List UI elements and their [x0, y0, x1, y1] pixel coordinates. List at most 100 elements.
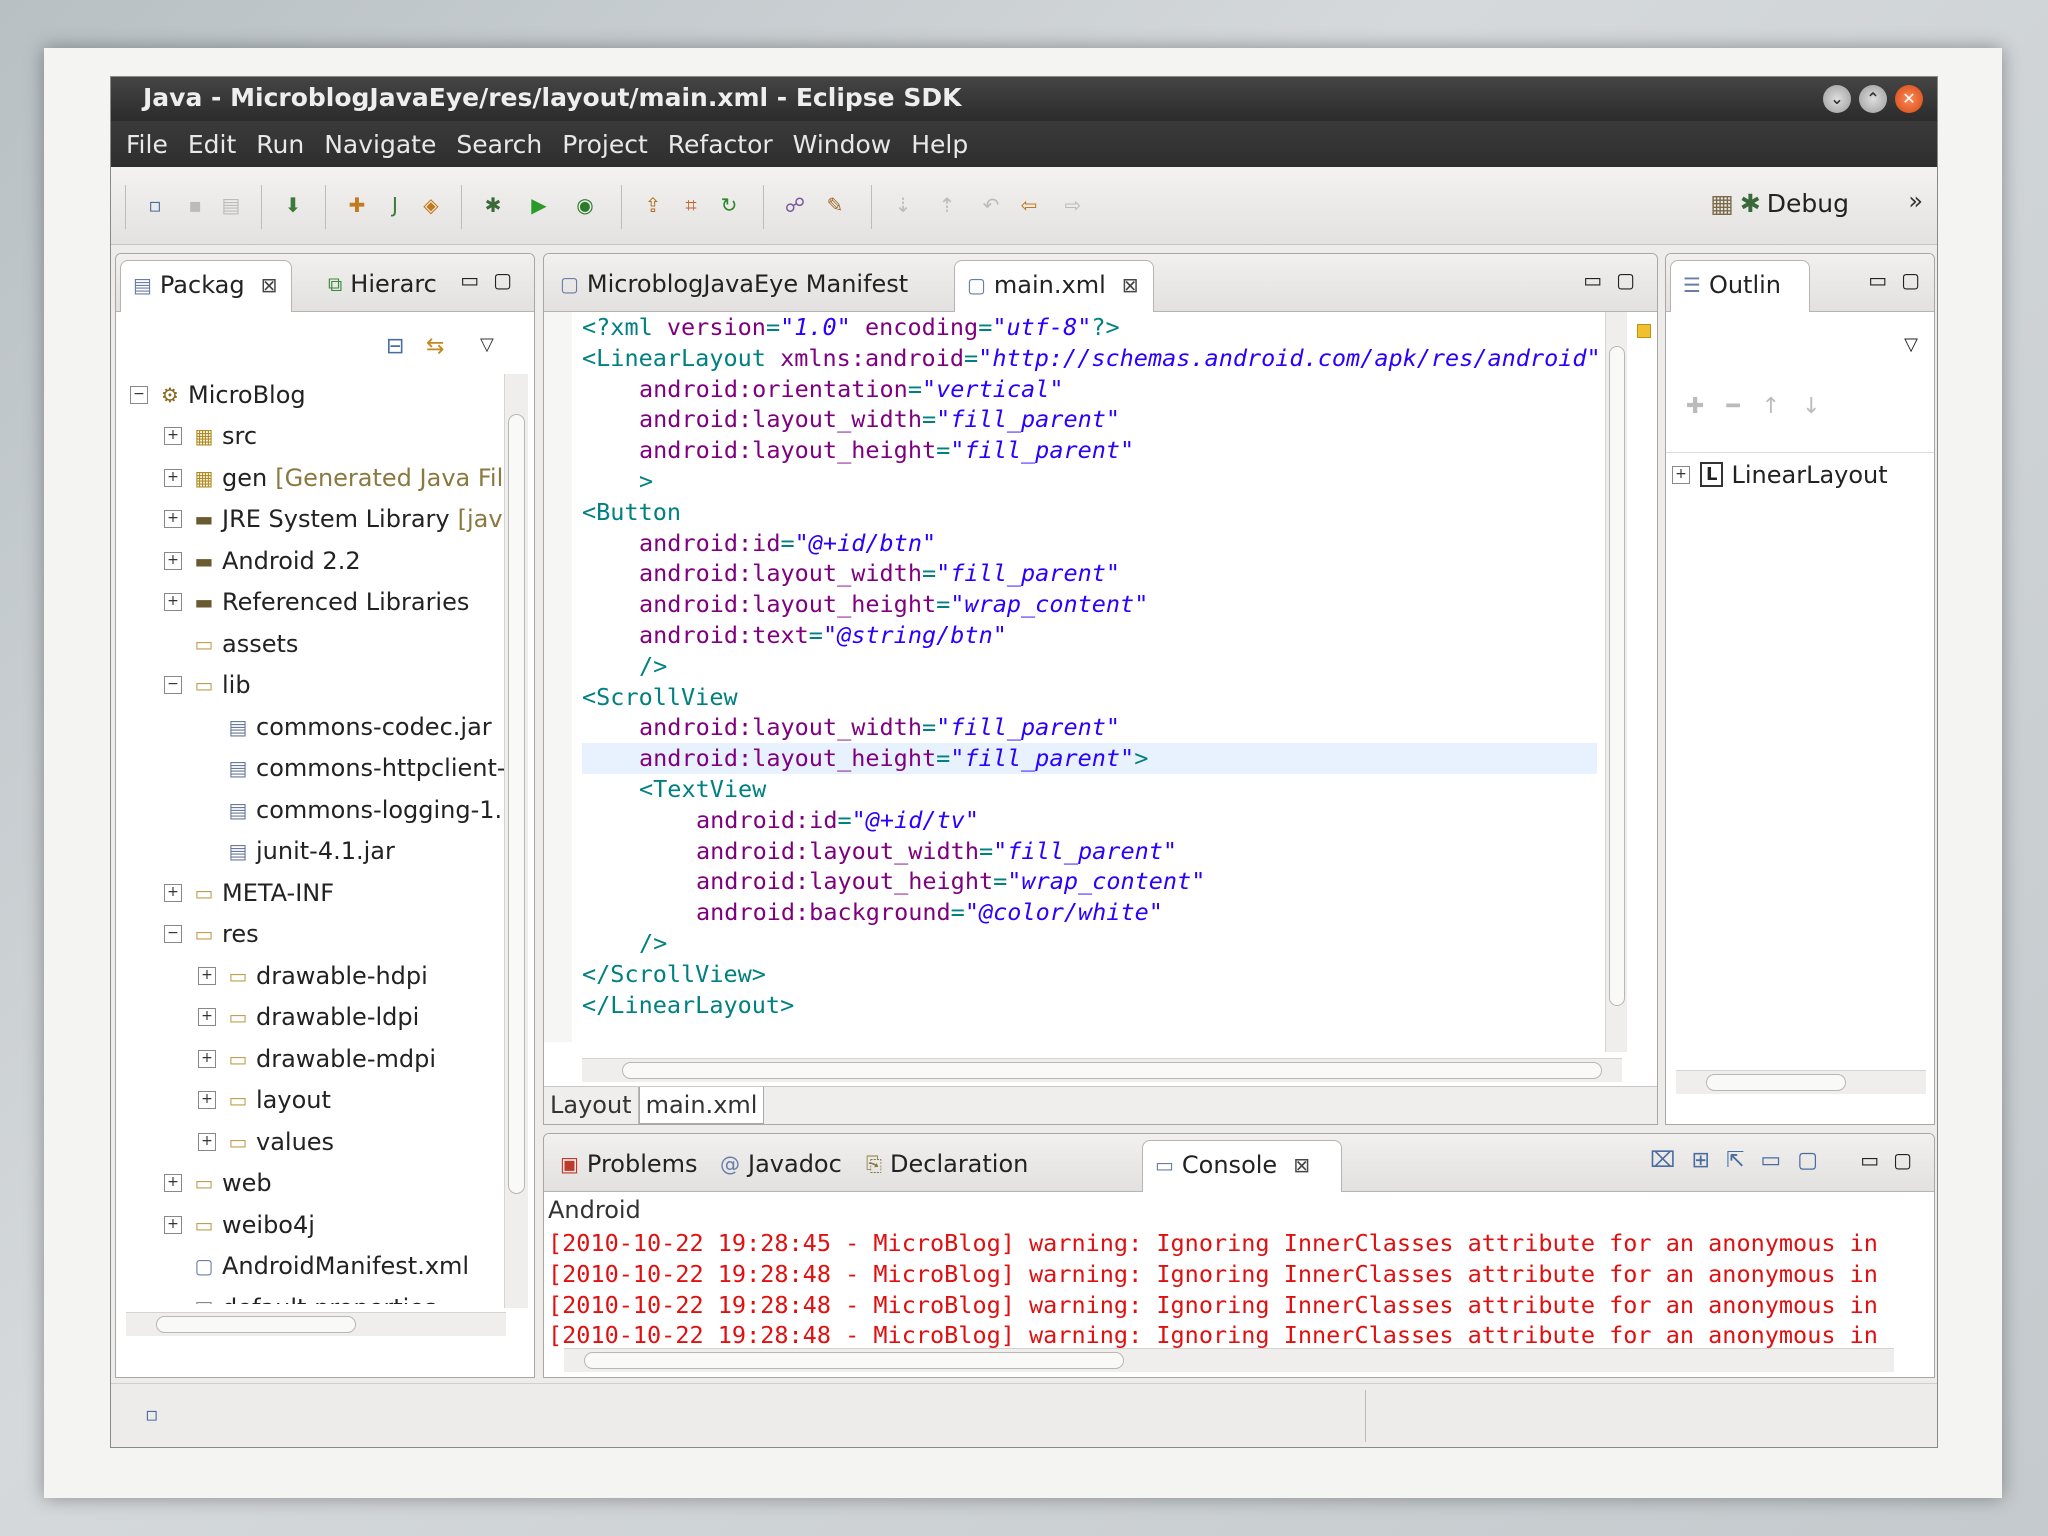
- tree-item[interactable]: + ▦ gen [Generated Java Fil: [126, 457, 508, 499]
- tab-outline[interactable]: ☰ Outlin: [1670, 260, 1810, 312]
- console-output[interactable]: Android [2010-10-22 19:28:45 - MicroBlog…: [544, 1192, 1934, 1377]
- expand-icon[interactable]: +: [198, 1049, 216, 1068]
- next-annotation-icon[interactable]: ⇣: [889, 191, 917, 219]
- link-editor-icon[interactable]: ⇆: [426, 334, 444, 359]
- fast-view-icon[interactable]: ▫: [145, 1402, 159, 1426]
- debug-perspective-button[interactable]: ▦ ✱ Debug: [1710, 189, 1849, 218]
- menu-refactor[interactable]: Refactor: [659, 130, 784, 159]
- menu-navigate[interactable]: Navigate: [315, 130, 447, 159]
- expand-icon[interactable]: +: [164, 1174, 182, 1193]
- tree-item[interactable]: − ▭ lib: [126, 665, 508, 707]
- close-icon[interactable]: ⊠: [261, 273, 278, 297]
- scroll-thumb[interactable]: [508, 414, 525, 1194]
- scroll-thumb[interactable]: [622, 1062, 1602, 1079]
- tree-item[interactable]: ▤ commons-codec.jar: [126, 706, 508, 748]
- tab-javadoc[interactable]: @ Javadoc: [708, 1140, 854, 1192]
- open-perspective-icon[interactable]: ☍: [781, 191, 809, 219]
- expand-icon[interactable]: +: [198, 1008, 216, 1027]
- run-icon[interactable]: ▶: [525, 191, 553, 219]
- forward-icon[interactable]: ⇨: [1059, 191, 1087, 219]
- editor-horizontal-scrollbar[interactable]: [582, 1058, 1622, 1082]
- collapse-icon[interactable]: −: [164, 925, 182, 944]
- new-junit-icon[interactable]: J: [381, 191, 409, 219]
- minimize-maximize-icons[interactable]: ▭▢: [1868, 268, 1934, 292]
- tree-horizontal-scrollbar[interactable]: [126, 1312, 506, 1336]
- tab-main-xml-source[interactable]: main.xml: [638, 1087, 765, 1124]
- tab-console[interactable]: ▭ Console ⊠: [1142, 1140, 1342, 1192]
- tree-item[interactable]: + ▭ META-INF: [126, 872, 508, 914]
- collapse-icon[interactable]: −: [164, 676, 182, 695]
- move-down-icon[interactable]: ↓: [1802, 394, 1842, 419]
- view-menu-icon[interactable]: ▽: [480, 334, 494, 355]
- back-icon[interactable]: ⇦: [1015, 191, 1043, 219]
- tree-item[interactable]: + ▭ layout: [126, 1080, 508, 1122]
- menu-edit[interactable]: Edit: [179, 130, 247, 159]
- scroll-thumb[interactable]: [584, 1352, 1124, 1369]
- move-up-icon[interactable]: ↑: [1762, 394, 1802, 419]
- print-icon[interactable]: ▤: [217, 191, 245, 219]
- tree-item[interactable]: + ▬ JRE System Library [jav: [126, 499, 508, 541]
- expand-icon[interactable]: +: [164, 883, 182, 902]
- scroll-thumb[interactable]: [156, 1316, 356, 1333]
- code-editor[interactable]: <?xml version="1.0" encoding="utf-8"?> <L…: [582, 312, 1597, 1042]
- collapse-all-icon[interactable]: ⊟: [386, 334, 404, 359]
- open-task-icon[interactable]: ⌗: [677, 191, 705, 219]
- menu-project[interactable]: Project: [553, 130, 659, 159]
- tree-item[interactable]: + ▭ weibo4j: [126, 1204, 508, 1246]
- save-icon[interactable]: ▪: [181, 191, 209, 219]
- view-menu-icon[interactable]: ▽: [1904, 334, 1918, 355]
- expand-icon[interactable]: +: [164, 468, 182, 487]
- tree-item[interactable]: + ▬ Android 2.2: [126, 540, 508, 582]
- open-console-icon[interactable]: ▢: [1797, 1148, 1834, 1173]
- tree-item[interactable]: − ⚙ MicroBlog: [126, 374, 508, 416]
- new-java-project-icon[interactable]: ✚: [343, 191, 371, 219]
- tab-hierarchy[interactable]: ⧉ Hierarc: [316, 260, 449, 312]
- maximize-button[interactable]: ⌃: [1859, 85, 1887, 113]
- tree-item[interactable]: + ▭ values: [126, 1121, 508, 1163]
- debug-icon[interactable]: ✱: [479, 191, 507, 219]
- collapse-icon[interactable]: −: [130, 385, 148, 404]
- menu-file[interactable]: File: [117, 130, 179, 159]
- pin-console-icon[interactable]: ⇱: [1726, 1148, 1760, 1173]
- add-icon[interactable]: ✚: [1686, 394, 1726, 419]
- tree-item[interactable]: ▤ commons-httpclient-: [126, 748, 508, 790]
- expand-icon[interactable]: +: [198, 1091, 216, 1110]
- new-icon[interactable]: ▫: [141, 191, 169, 219]
- tab-main-xml[interactable]: ▢ main.xml ⊠: [954, 260, 1154, 312]
- tree-item[interactable]: ▭ assets: [126, 623, 508, 665]
- open-type-icon[interactable]: ⇪: [639, 191, 667, 219]
- refresh-icon[interactable]: ↻: [715, 191, 743, 219]
- outline-horizontal-scrollbar[interactable]: [1676, 1070, 1926, 1094]
- scroll-thumb[interactable]: [1609, 346, 1625, 1006]
- minimize-button[interactable]: ⌄: [1823, 85, 1851, 113]
- android-sdk-icon[interactable]: ⬇: [279, 191, 307, 219]
- warning-marker-icon[interactable]: [1637, 324, 1651, 338]
- clear-console-icon[interactable]: ⌧: [1650, 1148, 1691, 1173]
- last-edit-icon[interactable]: ↶: [977, 191, 1005, 219]
- tab-layout[interactable]: Layout: [544, 1087, 639, 1124]
- tree-item[interactable]: + ▭ drawable-mdpi: [126, 1038, 508, 1080]
- outline-item[interactable]: + L LinearLayout: [1666, 452, 1934, 496]
- tab-manifest[interactable]: ▢ MicroblogJavaEye Manifest: [548, 260, 920, 312]
- expand-icon[interactable]: +: [164, 551, 182, 570]
- tab-package-explorer[interactable]: ▤ Packag ⊠: [120, 260, 292, 312]
- close-button[interactable]: ✕: [1895, 85, 1923, 113]
- external-tools-icon[interactable]: ◉: [571, 191, 599, 219]
- display-console-icon[interactable]: ▭: [1760, 1148, 1797, 1173]
- minimize-maximize-icons[interactable]: ▭▢: [460, 268, 526, 292]
- tree-item[interactable]: ▤ junit-4.1.jar: [126, 831, 508, 873]
- remove-icon[interactable]: ━: [1726, 394, 1761, 419]
- menu-help[interactable]: Help: [902, 130, 979, 159]
- new-class-icon[interactable]: ◈: [417, 191, 445, 219]
- expand-icon[interactable]: +: [164, 427, 182, 446]
- expand-icon[interactable]: +: [164, 593, 182, 612]
- tree-item[interactable]: ▢ AndroidManifest.xml: [126, 1246, 508, 1288]
- expand-icon[interactable]: +: [198, 966, 216, 985]
- tab-problems[interactable]: ▣ Problems: [548, 1140, 710, 1192]
- tree-item[interactable]: ▤ default.properties: [126, 1287, 508, 1304]
- menu-run[interactable]: Run: [247, 130, 315, 159]
- scroll-lock-icon[interactable]: ⊞: [1692, 1148, 1726, 1173]
- tree-item[interactable]: + ▭ drawable-ldpi: [126, 997, 508, 1039]
- tab-declaration[interactable]: ⎘ Declaration: [854, 1140, 1040, 1192]
- menu-window[interactable]: Window: [784, 130, 903, 159]
